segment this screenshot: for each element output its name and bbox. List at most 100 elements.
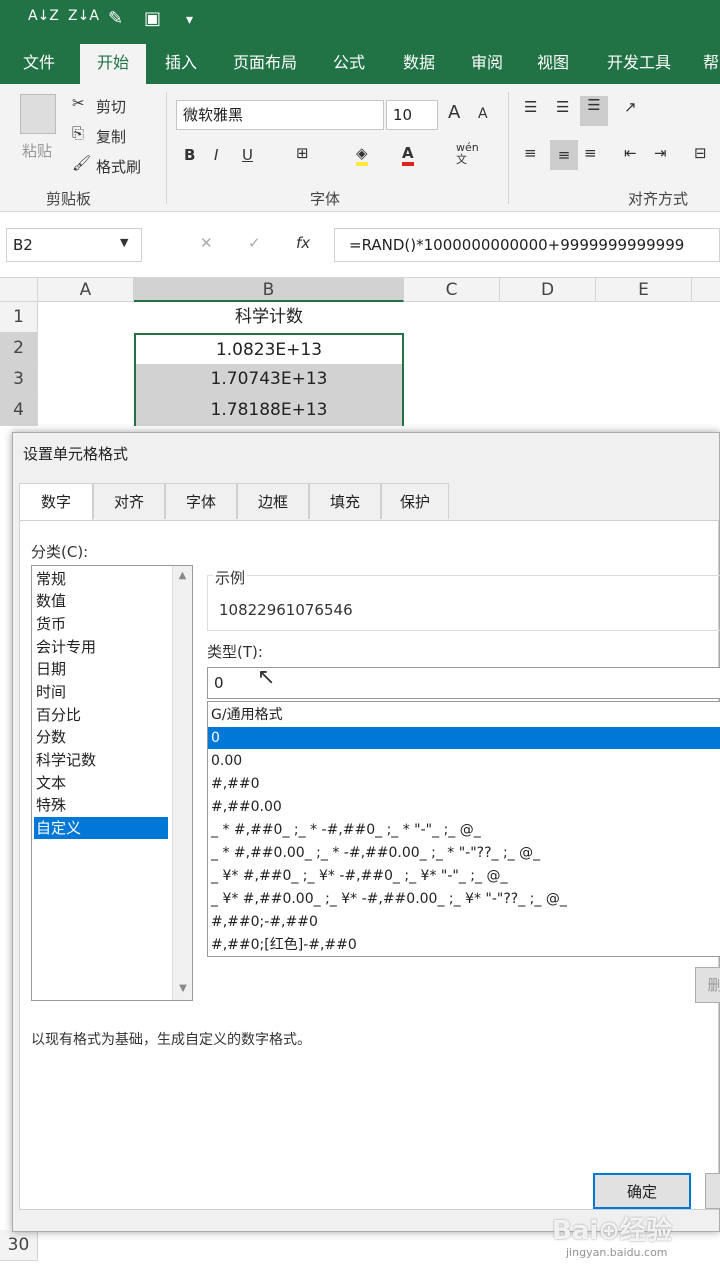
cancel-button[interactable] xyxy=(705,1173,720,1209)
delete-button[interactable]: 删 xyxy=(695,967,720,1003)
tab-protection[interactable]: 保护 xyxy=(381,483,449,519)
align-center-icon[interactable]: ≡ xyxy=(550,140,578,170)
type-item[interactable]: _ * #,##0_ ;_ * -#,##0_ ;_ * "-"_ ;_ @_ xyxy=(208,819,720,841)
type-item[interactable]: _ * #,##0.00_ ;_ * -#,##0.00_ ;_ * "-"??… xyxy=(208,842,720,864)
tab-border[interactable]: 边框 xyxy=(237,483,309,519)
italic-button[interactable]: I xyxy=(214,146,218,164)
category-number[interactable]: 数值 xyxy=(34,590,168,612)
column-header-d[interactable]: D xyxy=(500,278,596,302)
formula-input[interactable]: =RAND()*1000000000000+9999999999999 xyxy=(334,228,720,262)
tab-insert[interactable]: 插入 xyxy=(150,44,212,84)
category-time[interactable]: 时间 xyxy=(34,681,168,703)
enter-icon[interactable]: ✓ xyxy=(248,234,261,252)
row-header-2[interactable]: 2 xyxy=(0,333,38,364)
column-header-b[interactable]: B xyxy=(134,278,404,302)
type-input[interactable]: 0 xyxy=(207,667,720,699)
font-size-select[interactable]: 10 xyxy=(386,100,438,130)
paste-button[interactable]: 粘贴 xyxy=(22,140,52,161)
tab-help[interactable]: 帮 xyxy=(696,44,720,84)
category-fraction[interactable]: 分数 xyxy=(34,726,168,748)
tab-view[interactable]: 视图 xyxy=(522,44,584,84)
align-right-icon[interactable]: ≡ xyxy=(584,144,597,162)
type-item[interactable]: #,##0.00 xyxy=(208,796,720,818)
scroll-up-icon[interactable]: ▲ xyxy=(173,570,192,581)
name-box-dropdown-icon[interactable]: ▼ xyxy=(120,236,128,249)
type-item[interactable]: _ ¥* #,##0.00_ ;_ ¥* -#,##0.00_ ;_ ¥* "-… xyxy=(208,888,720,910)
row-header-1[interactable]: 1 xyxy=(0,302,38,333)
category-scientific[interactable]: 科学记数 xyxy=(34,749,168,771)
decrease-indent-icon[interactable]: ⇤ xyxy=(624,144,637,162)
category-accounting[interactable]: 会计专用 xyxy=(34,636,168,658)
category-scrollbar[interactable]: ▲ ▼ xyxy=(172,566,192,1000)
font-color-button[interactable]: A xyxy=(402,144,414,166)
select-all[interactable] xyxy=(0,278,38,302)
cell-b4[interactable]: 1.78188E+13 xyxy=(134,395,404,426)
column-header-f[interactable] xyxy=(692,278,720,302)
shrink-font-icon[interactable]: A xyxy=(478,106,488,122)
tab-formulas[interactable]: 公式 xyxy=(318,44,380,84)
row-header-30[interactable]: 30 xyxy=(0,1230,38,1261)
type-item[interactable]: #,##0;[红色]-#,##0 xyxy=(208,934,720,956)
ok-button[interactable]: 确定 xyxy=(593,1173,691,1209)
type-item[interactable]: _ ¥* #,##0_ ;_ ¥* -#,##0_ ;_ ¥* "-"_ ;_ … xyxy=(208,865,720,887)
category-special[interactable]: 特殊 xyxy=(34,794,168,816)
merge-icon[interactable]: ⊟ xyxy=(694,144,707,162)
cell-b3[interactable]: 1.70743E+13 xyxy=(134,364,404,395)
tab-number[interactable]: 数字 xyxy=(19,483,93,521)
type-item[interactable]: 0 xyxy=(208,727,720,749)
tab-home[interactable]: 开始 xyxy=(80,44,146,84)
category-list[interactable]: 常规 数值 货币 会计专用 日期 时间 百分比 分数 科学记数 文本 特殊 自定… xyxy=(31,565,193,1001)
tab-developer[interactable]: 开发工具 xyxy=(596,44,682,84)
column-header-e[interactable]: E xyxy=(596,278,692,302)
customize-toolbar-icon[interactable]: ▾ xyxy=(186,12,193,28)
category-currency[interactable]: 货币 xyxy=(34,613,168,635)
tab-alignment[interactable]: 对齐 xyxy=(93,483,165,519)
align-bottom-icon[interactable]: ☰ xyxy=(580,96,608,126)
align-middle-icon[interactable]: ☰ xyxy=(556,98,569,116)
tab-page-layout[interactable]: 页面布局 xyxy=(222,44,308,84)
row-header-3[interactable]: 3 xyxy=(0,364,38,395)
type-item[interactable]: #,##0 xyxy=(208,773,720,795)
sort-descending-icon[interactable]: Z↓A xyxy=(68,8,99,24)
cut-button[interactable]: 剪切 xyxy=(96,96,126,117)
type-item[interactable]: #,##0;-#,##0 xyxy=(208,911,720,933)
type-item[interactable]: G/通用格式 xyxy=(208,704,720,726)
category-general[interactable]: 常规 xyxy=(34,568,168,590)
grow-font-icon[interactable]: A xyxy=(448,102,460,123)
column-header-a[interactable]: A xyxy=(38,278,134,302)
tab-file[interactable]: 文件 xyxy=(8,44,70,84)
align-top-icon[interactable]: ☰ xyxy=(524,98,537,116)
category-percentage[interactable]: 百分比 xyxy=(34,704,168,726)
border-icon[interactable]: ⊞ xyxy=(296,144,309,162)
orientation-icon[interactable]: ↗ xyxy=(624,98,637,116)
sort-ascending-icon[interactable]: A↓Z xyxy=(28,8,59,24)
fill-color-icon[interactable]: ◈ xyxy=(356,144,368,166)
cell-b2[interactable]: 1.0823E+13 xyxy=(134,333,404,364)
tab-data[interactable]: 数据 xyxy=(388,44,450,84)
format-painter-button[interactable]: 格式刷 xyxy=(96,156,141,177)
phonetic-icon[interactable]: wén 文 xyxy=(456,142,479,166)
align-left-icon[interactable]: ≡ xyxy=(524,144,537,162)
copy-button[interactable]: 复制 xyxy=(96,126,126,147)
tab-font[interactable]: 字体 xyxy=(165,483,237,519)
category-custom[interactable]: 自定义 xyxy=(34,817,168,839)
column-header-c[interactable]: C xyxy=(404,278,500,302)
cell-b1[interactable]: 科学计数 xyxy=(134,302,404,333)
font-name-select[interactable]: 微软雅黑 xyxy=(176,100,384,130)
pivot-icon[interactable]: ▣ xyxy=(144,8,161,29)
tab-review[interactable]: 审阅 xyxy=(456,44,518,84)
category-date[interactable]: 日期 xyxy=(34,658,168,680)
bold-button[interactable]: B xyxy=(184,146,195,164)
increase-indent-icon[interactable]: ⇥ xyxy=(654,144,667,162)
type-list[interactable]: G/通用格式 0 0.00 #,##0 #,##0.00 _ * #,##0_ … xyxy=(207,701,720,957)
clear-icon[interactable]: ✎ xyxy=(108,8,123,29)
format-cells-dialog: 设置单元格格式 数字 对齐 字体 边框 填充 保护 分类(C): 常规 数值 货… xyxy=(12,432,720,1232)
category-text[interactable]: 文本 xyxy=(34,772,168,794)
tab-fill[interactable]: 填充 xyxy=(309,483,381,519)
insert-function-button[interactable]: fx xyxy=(296,234,310,252)
row-header-4[interactable]: 4 xyxy=(0,395,38,426)
scroll-down-icon[interactable]: ▼ xyxy=(173,983,193,994)
cancel-icon[interactable]: ✕ xyxy=(200,234,213,252)
type-item[interactable]: 0.00 xyxy=(208,750,720,772)
underline-button[interactable]: U xyxy=(242,146,253,164)
